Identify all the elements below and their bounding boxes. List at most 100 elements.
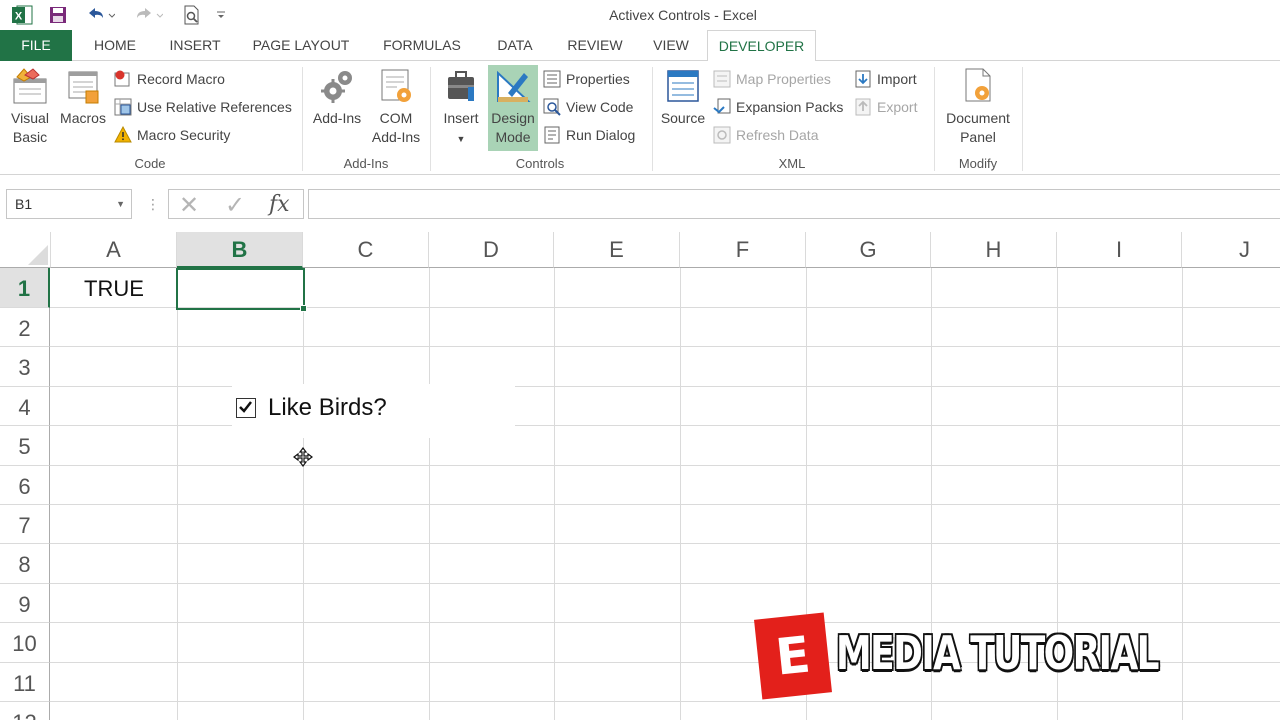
grid-line <box>50 583 1280 584</box>
tab-data[interactable]: DATA <box>484 30 546 61</box>
row-header-9[interactable]: 9 <box>0 584 50 623</box>
design-mode-button[interactable]: Design Mode <box>488 65 538 151</box>
row-header-3[interactable]: 3 <box>0 347 50 387</box>
more-dots-icon: ⋮ <box>146 196 160 212</box>
column-header-c[interactable]: C <box>303 232 429 268</box>
ribbon: Visual Basic Macros Record Macro Use Rel… <box>0 61 1280 175</box>
group-label-modify: Modify <box>958 156 998 171</box>
grid-line <box>429 268 430 720</box>
use-relative-references-button[interactable]: Use Relative References <box>114 96 292 118</box>
com-add-ins-button[interactable]: COM Add-Ins <box>368 67 424 147</box>
xml-source-button[interactable]: Source <box>658 67 708 128</box>
column-header-h[interactable]: H <box>931 232 1057 268</box>
map-properties-button[interactable]: Map Properties <box>713 68 831 90</box>
media-tutorial-watermark: E MEDIA TUTORIAL <box>754 612 1186 702</box>
document-panel-button[interactable]: Document Panel <box>940 67 1016 147</box>
tab-insert[interactable]: INSERT <box>160 30 230 61</box>
group-separator <box>302 67 303 171</box>
row-header-12[interactable]: 12 <box>0 702 50 720</box>
formula-input[interactable] <box>308 189 1280 219</box>
properties-button[interactable]: Properties <box>543 68 630 90</box>
column-header-e[interactable]: E <box>554 232 680 268</box>
name-box-value: B1 <box>15 196 33 212</box>
visual-basic-label-1: Visual <box>11 110 49 126</box>
enter-icon[interactable]: ✓ <box>225 191 245 220</box>
row-header-10[interactable]: 10 <box>0 623 50 663</box>
add-ins-label: Add-Ins <box>312 110 362 126</box>
row-header-8[interactable]: 8 <box>0 544 50 584</box>
move-cursor-icon <box>293 447 313 467</box>
run-dialog-button[interactable]: Run Dialog <box>543 124 635 146</box>
visual-basic-icon <box>13 68 47 104</box>
visual-basic-button[interactable]: Visual Basic <box>6 67 54 147</box>
tab-view[interactable]: VIEW <box>644 30 698 61</box>
source-icon <box>667 70 699 102</box>
row-header-6[interactable]: 6 <box>0 466 50 505</box>
row-header-2[interactable]: 2 <box>0 308 50 347</box>
import-button[interactable]: Import <box>854 68 917 90</box>
column-header-f[interactable]: F <box>680 232 806 268</box>
column-header-j[interactable]: J <box>1182 232 1280 268</box>
group-label-xml: XML <box>778 156 806 171</box>
export-label: Export <box>877 99 918 115</box>
expansion-packs-button[interactable]: Expansion Packs <box>713 96 843 118</box>
group-label-add-ins: Add-Ins <box>343 156 389 171</box>
chevron-down-icon[interactable]: ▼ <box>116 190 125 218</box>
record-macro-label: Record Macro <box>137 71 225 87</box>
chevron-down-icon: ▼ <box>456 134 466 144</box>
column-header-d[interactable]: D <box>429 232 554 268</box>
column-header-b[interactable]: B <box>177 232 303 268</box>
export-button[interactable]: Export <box>854 96 917 118</box>
selected-cell-b1[interactable] <box>176 268 305 310</box>
tab-page-layout[interactable]: PAGE LAYOUT <box>242 30 360 61</box>
row-header-11[interactable]: 11 <box>0 663 50 702</box>
column-header-g[interactable]: G <box>806 232 931 268</box>
macro-security-button[interactable]: Macro Security <box>114 124 230 146</box>
column-header-i[interactable]: I <box>1057 232 1182 268</box>
add-ins-button[interactable]: Add-Ins <box>308 67 366 128</box>
insert-control-button[interactable]: Insert ▼ <box>436 67 486 149</box>
visual-basic-label-2: Basic <box>12 129 48 145</box>
select-all-corner[interactable] <box>0 232 51 268</box>
cell-a1[interactable]: TRUE <box>51 269 177 307</box>
window-title: Activex Controls - Excel <box>609 7 757 23</box>
group-label-code: Code <box>134 156 166 171</box>
refresh-data-button[interactable]: Refresh Data <box>713 124 818 146</box>
tab-review[interactable]: REVIEW <box>558 30 632 61</box>
warning-icon <box>114 126 132 143</box>
cancel-icon[interactable]: ✕ <box>179 191 199 220</box>
fill-handle[interactable] <box>300 305 307 312</box>
macros-button[interactable]: Macros <box>58 67 108 128</box>
row-header-7[interactable]: 7 <box>0 505 50 544</box>
tab-formulas[interactable]: FORMULAS <box>372 30 472 61</box>
row-header-5[interactable]: 5 <box>0 426 50 466</box>
tab-file[interactable]: FILE <box>0 30 72 61</box>
grid-line <box>50 504 1280 505</box>
checkbox-box[interactable] <box>236 398 256 418</box>
insert-function-icon[interactable]: fx <box>269 192 290 217</box>
gears-icon <box>321 71 352 103</box>
ribbon-tabs: FILE HOME INSERT PAGE LAYOUT FORMULAS DA… <box>0 30 1280 62</box>
checkbox-label: Like Birds? <box>268 394 387 421</box>
group-label-controls: Controls <box>515 156 565 171</box>
tab-home[interactable]: HOME <box>80 30 150 61</box>
name-box[interactable]: B1 ▼ <box>6 189 132 219</box>
view-code-button[interactable]: View Code <box>543 96 633 118</box>
tab-developer[interactable]: DEVELOPER <box>707 30 816 62</box>
row-header-1[interactable]: 1 <box>0 268 50 308</box>
column-header-a[interactable]: A <box>51 232 177 268</box>
record-macro-button[interactable]: Record Macro <box>114 68 225 90</box>
macros-icon <box>68 71 99 104</box>
title-bar: X Activex Controls - Excel <box>0 0 1280 30</box>
relative-references-icon <box>114 98 132 116</box>
row-header-4[interactable]: 4 <box>0 387 50 426</box>
grid-line <box>50 465 1280 466</box>
grid-line <box>50 346 1280 347</box>
formula-bar: B1 ▼ ⋮ ✕ ✓ fx <box>0 186 1280 222</box>
design-mode-icon <box>497 70 531 102</box>
grid-line <box>303 268 304 720</box>
import-icon <box>855 70 871 88</box>
com-add-ins-label-2: Add-Ins <box>371 129 421 145</box>
like-birds-checkbox[interactable]: Like Birds? <box>232 384 515 438</box>
design-mode-label-2: Mode <box>495 129 531 145</box>
